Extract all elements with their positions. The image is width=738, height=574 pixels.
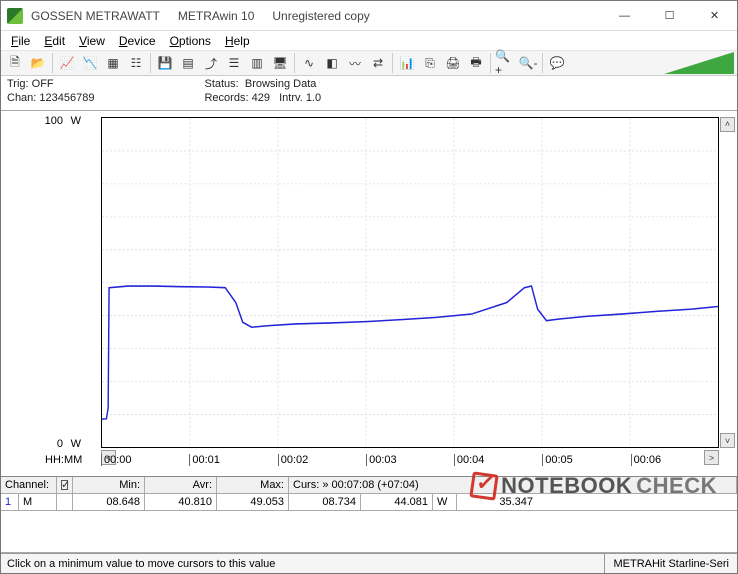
maximize-button[interactable]: ☐	[647, 1, 692, 31]
tb-print-icon[interactable]: 🖨	[442, 52, 464, 74]
title-app: METRAwin 10	[178, 9, 254, 23]
table-row[interactable]: 1 M 08.648 40.810 49.053 08.734 44.081 W…	[1, 494, 737, 511]
chan-label: Chan:	[7, 92, 36, 104]
row-min: 08.648	[73, 494, 145, 510]
x-tick-0: 00:00	[101, 454, 132, 466]
th-min[interactable]: Min:	[73, 477, 145, 493]
trig-value: OFF	[32, 78, 54, 90]
tb-bars-icon[interactable]: ▥	[246, 52, 268, 74]
row-avr: 40.810	[145, 494, 217, 510]
chart-plot[interactable]	[101, 117, 719, 449]
chart-area: 100 W 0 W ˄ ˅ ˂ ˃ HH:MM 00:00 00:01	[1, 110, 737, 477]
trig-label: Trig:	[7, 78, 29, 90]
tb-monitor-icon[interactable]: 🖥	[269, 52, 291, 74]
intrv-value: 1.0	[306, 92, 321, 104]
tb-chart3-icon[interactable]: 📊	[396, 52, 418, 74]
tb-signal-icon[interactable]: ∿	[298, 52, 320, 74]
toolbar-accent	[664, 52, 734, 74]
data-table: Channel: Min: Avr: Max: Curs: » 00:07:08…	[1, 476, 737, 553]
row-max: 49.053	[217, 494, 289, 510]
x-tick-5: 00:05	[542, 454, 573, 466]
tb-link-icon[interactable]: ⇄	[367, 52, 389, 74]
x-tick-6: 00:06	[631, 454, 662, 466]
records-label: Records:	[204, 92, 248, 104]
tb-export-icon[interactable]: ⤴	[200, 52, 222, 74]
minimize-button[interactable]: —	[602, 1, 647, 31]
tb-grid-icon[interactable]: ▦	[102, 52, 124, 74]
statusbar-device: METRAHit Starline-Seri	[604, 554, 737, 573]
menubar: File Edit View Device Options Help	[1, 31, 737, 50]
close-button[interactable]: ✕	[692, 1, 737, 31]
scroll-up-button[interactable]: ˄	[720, 117, 735, 132]
status-label: Status:	[204, 78, 238, 90]
scroll-down-button[interactable]: ˅	[720, 433, 735, 448]
x-tick-4: 00:04	[454, 454, 485, 466]
y-unit-bottom: W	[71, 438, 81, 450]
y-unit-top: W	[71, 115, 81, 127]
th-check[interactable]	[57, 477, 73, 493]
chan-value: 123456789	[39, 92, 94, 104]
y-bottom: 0	[57, 438, 63, 450]
tb-multi-icon[interactable]: ☷	[125, 52, 147, 74]
tb-meter-icon[interactable]: ◧	[321, 52, 343, 74]
x-axis-label: HH:MM	[45, 454, 82, 466]
y-axis: 100 W 0 W	[11, 117, 91, 449]
menu-help[interactable]: Help	[219, 33, 256, 49]
row-c3: 35.347	[457, 494, 537, 510]
th-avr: Avr:	[145, 477, 217, 493]
title-vendor: GOSSEN METRAWATT	[31, 9, 160, 23]
th-max: Max:	[217, 477, 289, 493]
tb-save-icon[interactable]: 💾	[154, 52, 176, 74]
menu-edit[interactable]: Edit	[38, 33, 71, 49]
tb-copy-icon[interactable]: ⎘	[419, 52, 441, 74]
row-c2: 44.081	[361, 494, 433, 510]
statusbar: Click on a minimum value to move cursors…	[1, 553, 737, 573]
tb-zoomin-icon[interactable]: 🔍+	[494, 52, 516, 74]
chart-svg	[102, 118, 718, 448]
x-axis: HH:MM 00:00 00:01 00:02 00:03 00:04 00:0…	[101, 452, 719, 472]
th-channel: Channel:	[1, 477, 57, 493]
tb-zoomout-icon[interactable]: 🔍-	[517, 52, 539, 74]
menu-view[interactable]: View	[73, 33, 111, 49]
titlebar: GOSSEN METRAWATT METRAwin 10 Unregistere…	[1, 1, 737, 31]
menu-file[interactable]: File	[5, 33, 36, 49]
y-top: 100	[45, 115, 63, 127]
row-unit: W	[433, 494, 457, 510]
row-c1: 08.734	[289, 494, 361, 510]
tb-chart2-icon[interactable]: 📉	[79, 52, 101, 74]
status-value: Browsing Data	[245, 78, 317, 90]
toolbar: 🗎 📂 📈 📉 ▦ ☷ 💾 ▤ ⤴ ☰ ▥ 🖥 ∿ ◧ 〰 ⇄ 📊 ⎘ 🖨 🖶 …	[1, 50, 737, 76]
title-license: Unregistered copy	[272, 9, 369, 23]
statusbar-message: Click on a minimum value to move cursors…	[1, 558, 604, 570]
x-tick-1: 00:01	[189, 454, 220, 466]
tb-print2-icon[interactable]: 🖶	[465, 52, 487, 74]
menu-device[interactable]: Device	[113, 33, 162, 49]
tb-doc-icon[interactable]: 🗎	[4, 52, 26, 74]
tb-table-icon[interactable]: ▤	[177, 52, 199, 74]
menu-options[interactable]: Options	[164, 33, 217, 49]
row-idx: 1	[1, 494, 19, 510]
row-mode: M	[19, 494, 57, 510]
tb-wave-icon[interactable]: 〰	[344, 52, 366, 74]
status-line: Trig: OFF Chan: 123456789 Status: Browsi…	[1, 76, 737, 110]
tb-open-icon[interactable]: 📂	[27, 52, 49, 74]
x-tick-2: 00:02	[278, 454, 309, 466]
records-value: 429	[252, 92, 270, 104]
app-icon	[7, 8, 23, 24]
th-curs: Curs: » 00:07:08 (+07:04)	[289, 477, 737, 493]
x-tick-3: 00:03	[366, 454, 397, 466]
tb-chart1-icon[interactable]: 📈	[56, 52, 78, 74]
intrv-label: Intrv.	[279, 92, 303, 104]
tb-comment-icon[interactable]: 💬	[546, 52, 568, 74]
tb-list-icon[interactable]: ☰	[223, 52, 245, 74]
